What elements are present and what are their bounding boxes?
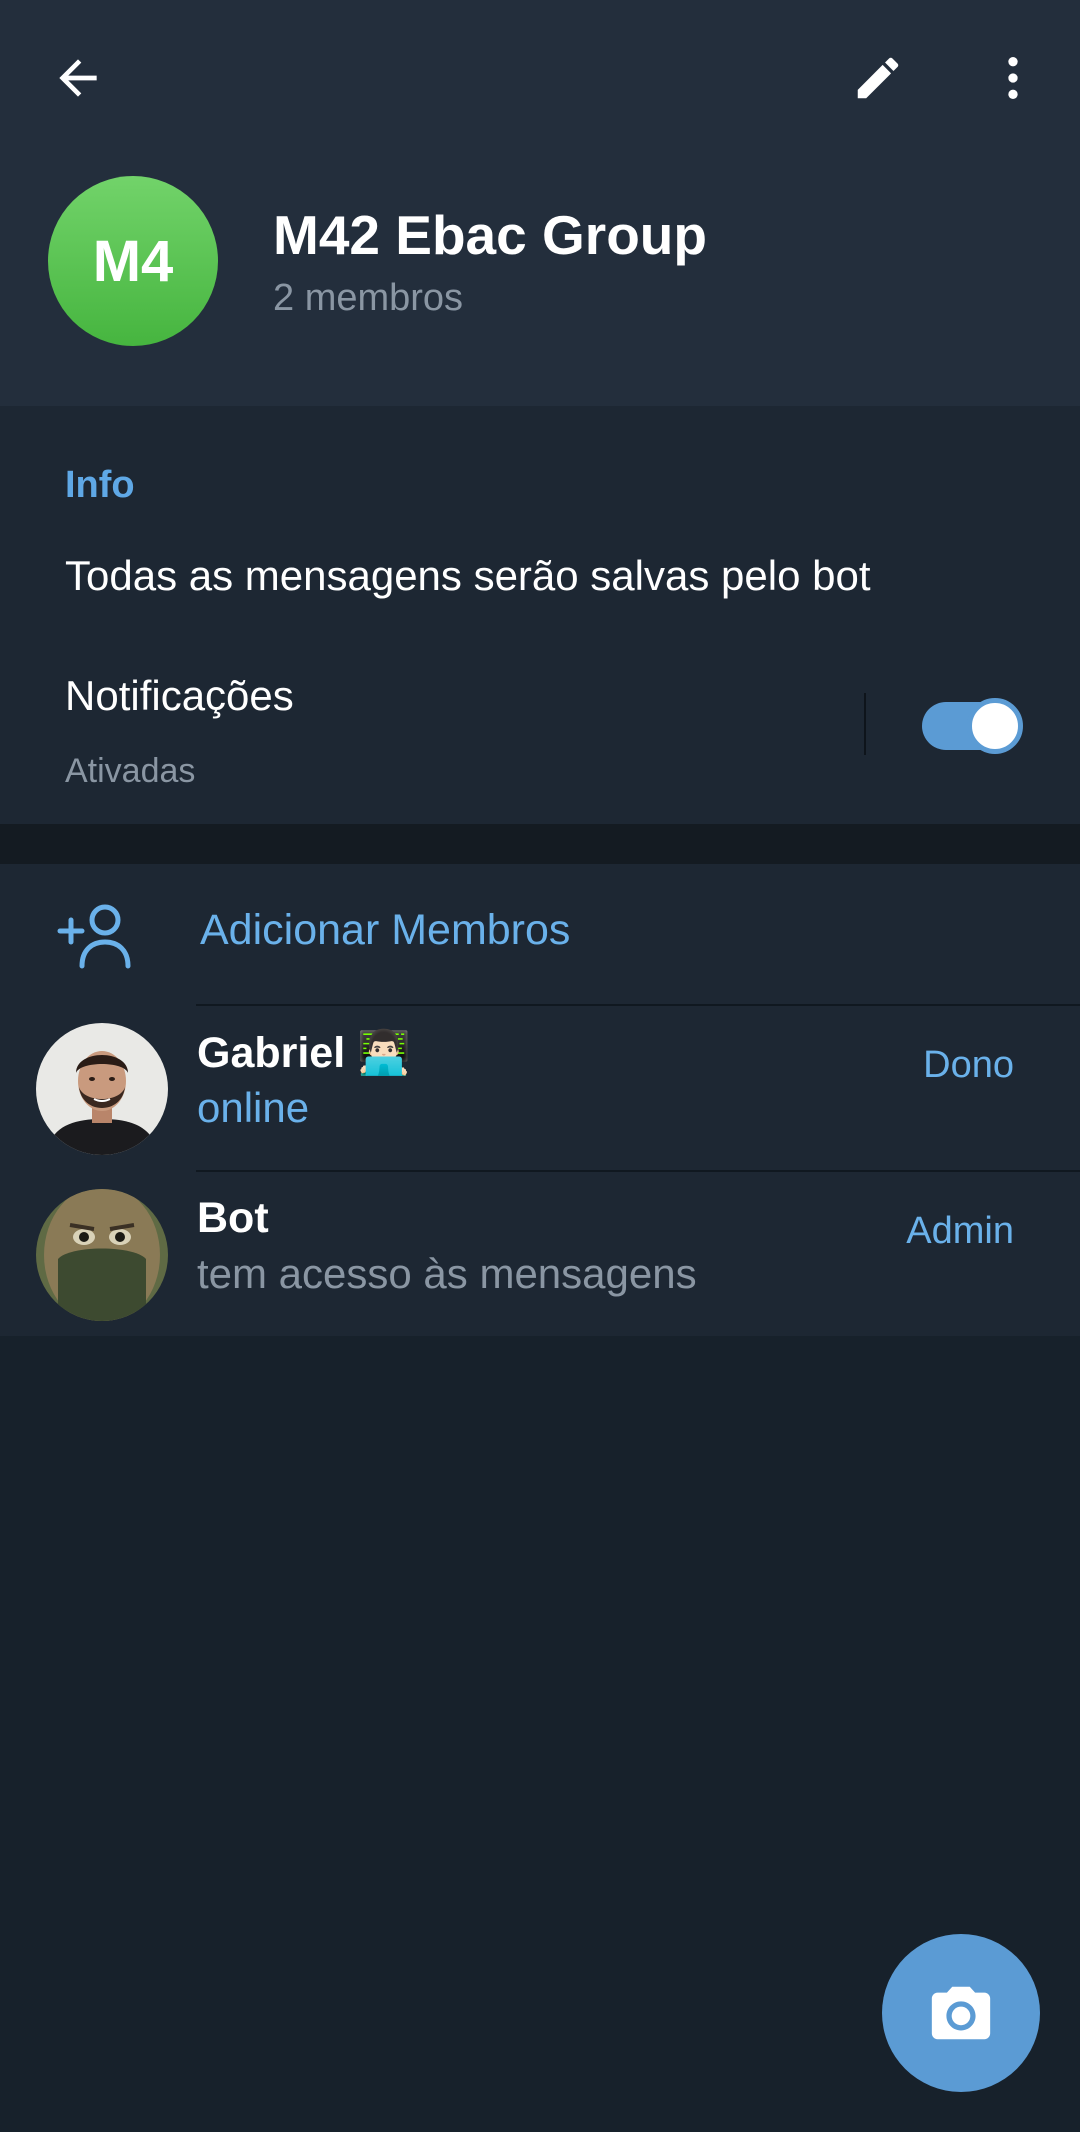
notifications-status: Ativadas	[65, 752, 196, 790]
notifications-toggle[interactable]	[922, 698, 1023, 754]
edit-button[interactable]	[840, 40, 916, 116]
member-status-bot: tem acesso às mensagens	[197, 1250, 697, 1297]
add-members-label: Adicionar Membros	[200, 906, 571, 954]
member-name-gabriel: Gabriel 👨🏻‍💻	[197, 1029, 411, 1077]
pencil-icon	[857, 57, 899, 99]
camera-fab-button[interactable]	[882, 1934, 1040, 2092]
add-user-icon	[57, 904, 131, 969]
avatar-bot	[36, 1189, 168, 1321]
group-name: M42 Ebac Group	[273, 204, 707, 266]
member-name-bot: Bot	[197, 1194, 269, 1242]
notifications-label[interactable]: Notificações	[65, 672, 294, 720]
info-title: Info	[65, 464, 135, 506]
vertical-divider	[864, 693, 866, 755]
section-divider	[0, 824, 1080, 864]
more-options-button[interactable]	[975, 40, 1051, 116]
laptop-emoji-icon: 👨🏻‍💻	[357, 1029, 411, 1077]
back-button[interactable]	[40, 40, 116, 116]
group-avatar[interactable]: M4	[48, 176, 218, 346]
member-count: 2 membros	[273, 277, 464, 319]
more-vertical-icon	[1008, 57, 1018, 99]
member-role-gabriel: Dono	[923, 1044, 1014, 1086]
member-role-bot: Admin	[906, 1210, 1014, 1252]
member-status-gabriel: online	[197, 1084, 310, 1131]
arrow-left-icon	[59, 59, 97, 97]
camera-icon	[931, 1986, 991, 2040]
group-avatar-initials: M4	[92, 228, 174, 294]
avatar-gabriel	[36, 1023, 168, 1155]
toggle-knob	[967, 698, 1023, 754]
group-description[interactable]: Todas as mensagens serão salvas pelo bot	[65, 552, 871, 600]
member-row-gabriel[interactable]: Gabriel 👨🏻‍💻 online Dono	[0, 1006, 1080, 1170]
member-row-bot[interactable]: Bot tem acesso às mensagens Admin	[0, 1172, 1080, 1336]
